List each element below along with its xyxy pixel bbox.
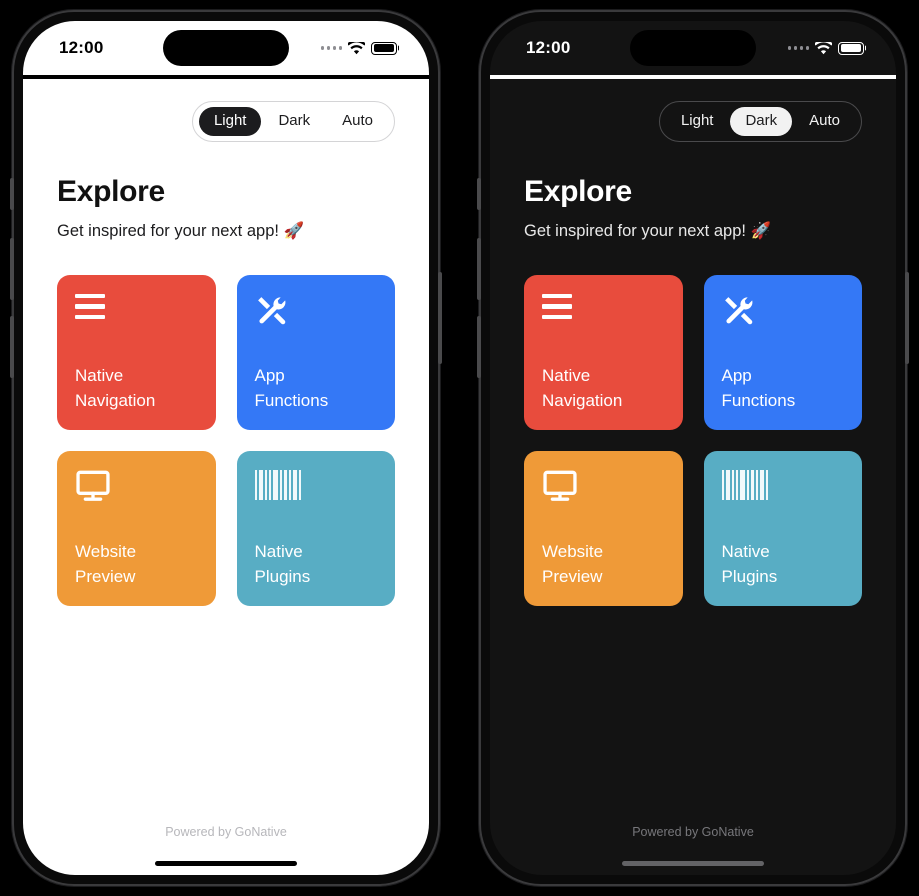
card-label: Native Navigation [542,366,623,410]
theme-toggle[interactable]: Light Dark Auto [191,101,395,142]
status-bar: 12:00 [490,21,896,75]
page-subtitle: Get inspired for your next app! 🚀 [57,221,305,240]
power-button[interactable] [438,272,442,364]
home-indicator[interactable] [155,861,297,866]
battery-full-icon [371,41,400,55]
hamburger-menu-icon [542,293,665,334]
card-website-preview[interactable]: Website Preview [57,450,216,606]
silent-switch[interactable] [10,178,14,210]
volume-up-button[interactable] [477,238,481,300]
signal-dots-icon [320,46,342,50]
volume-down-button[interactable] [10,316,14,378]
theme-option-auto[interactable]: Auto [327,107,388,136]
theme-toggle-row: Light Dark Auto [524,101,862,142]
card-label: Website Preview [75,542,137,586]
wifi-icon [815,41,832,55]
theme-option-dark[interactable]: Dark [263,107,325,136]
monitor-icon [75,470,198,510]
card-native-plugins[interactable]: Native Plugins [703,450,862,606]
tools-icon [722,294,845,334]
footer-credit: Powered by GoNative [632,825,754,839]
monitor-icon [542,470,665,510]
theme-toggle-row: Light Dark Auto [57,101,395,142]
barcode-icon [254,469,378,510]
status-bar-clock: 12:00 [526,38,571,57]
tools-icon [255,294,378,334]
phone-light-mode: 12:00 Light Dark Auto Explore Get inspir… [10,10,442,886]
card-native-navigation[interactable]: Native Navigation [57,274,216,430]
theme-option-dark[interactable]: Dark [730,107,793,136]
phone-screen: 12:00 Light Dark Auto Explore Get inspir… [490,21,896,875]
status-bar-clock: 12:00 [59,38,104,57]
card-app-functions[interactable]: App Functions [236,274,395,430]
hamburger-menu-icon [75,293,198,334]
battery-full-icon [838,41,867,55]
theme-option-light[interactable]: Light [666,107,729,136]
silent-switch[interactable] [477,178,481,210]
phone-dark-mode: 12:00 Light Dark Auto Explore Get inspir… [477,10,909,886]
status-bar-indicators [320,41,400,55]
signal-dots-icon [787,46,809,50]
feature-card-grid: Native Navigation App Functions Website … [524,274,862,606]
dual-phone-preview: 12:00 Light Dark Auto Explore Get inspir… [0,0,919,896]
page-subtitle: Get inspired for your next app! 🚀 [524,221,772,240]
app-content: Light Dark Auto Explore Get inspired for… [23,79,429,825]
feature-card-grid: Native Navigation App Functions Website … [57,274,395,606]
card-label: App Functions [721,366,796,410]
volume-up-button[interactable] [10,238,14,300]
card-native-plugins[interactable]: Native Plugins [236,450,395,606]
phone-screen: 12:00 Light Dark Auto Explore Get inspir… [23,21,429,875]
barcode-icon [721,469,845,510]
theme-option-light[interactable]: Light [198,107,262,136]
page-title: Explore [524,174,632,208]
footer-credit: Powered by GoNative [165,825,287,839]
card-label: Native Navigation [75,366,156,410]
status-bar: 12:00 [23,21,429,75]
power-button[interactable] [905,272,909,364]
card-label: Website Preview [542,542,604,586]
wifi-icon [348,41,365,55]
card-native-navigation[interactable]: Native Navigation [524,274,683,430]
theme-toggle[interactable]: Light Dark Auto [658,101,862,142]
home-indicator[interactable] [622,861,764,866]
card-label: Native Plugins [721,542,778,586]
card-website-preview[interactable]: Website Preview [524,450,683,606]
card-label: Native Plugins [254,542,311,586]
card-label: App Functions [254,366,329,410]
page-title: Explore [57,174,165,208]
dynamic-island [163,30,289,66]
app-content: Light Dark Auto Explore Get inspired for… [490,79,896,825]
dynamic-island [630,30,756,66]
status-bar-indicators [787,41,867,55]
card-app-functions[interactable]: App Functions [703,274,862,430]
volume-down-button[interactable] [477,316,481,378]
theme-option-auto[interactable]: Auto [794,107,855,136]
